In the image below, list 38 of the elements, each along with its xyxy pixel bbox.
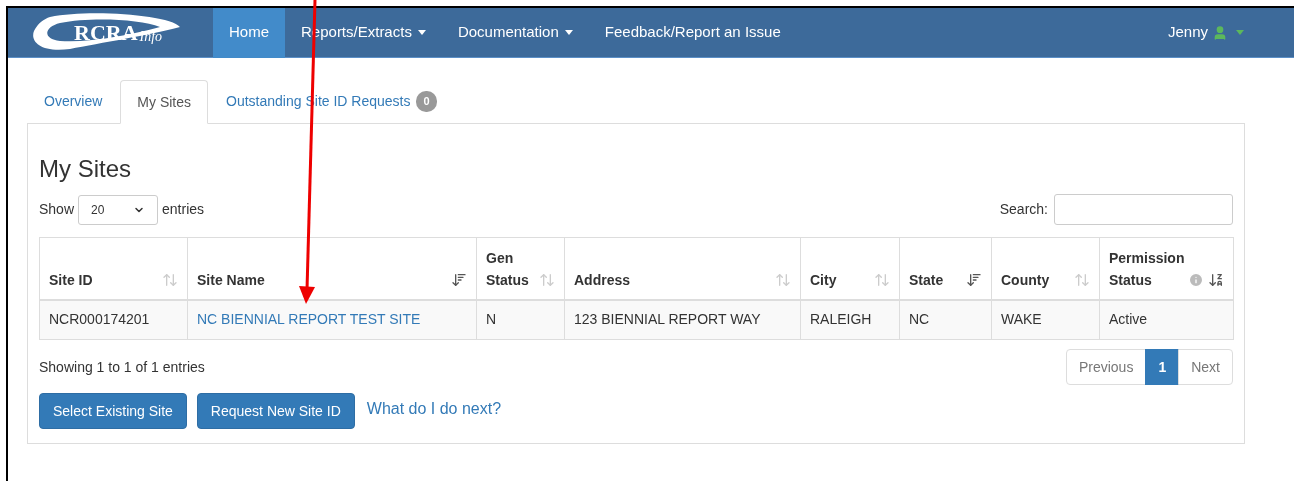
table-cell: Active [1109,311,1148,328]
nav-link[interactable]: Feedback/Report an Issue [588,7,797,58]
column-header[interactable]: Address [564,237,801,300]
table-cell: NC [909,311,930,328]
table-cell: 123 BIENNIAL REPORT WAY [574,311,761,328]
search-field[interactable] [1054,194,1233,225]
caret-icon [1236,30,1244,35]
action-button[interactable]: Request New Site ID [196,393,355,429]
entries-select[interactable]: 20 [78,194,159,225]
column-header[interactable]: City [800,237,900,300]
user-menu[interactable]: Jenny [1167,21,1244,44]
page-button[interactable]: 1 [1145,349,1180,385]
sort-icon[interactable] [966,271,982,288]
entries-info: Showing 1 to 1 of 1 entries [39,357,205,377]
count-badge: 0 [416,91,437,112]
table-cell: WAKE [1001,311,1042,328]
search-label: Search: [999,200,1048,219]
table-cell: NCR000174201 [49,311,150,328]
entries-label: entries [162,200,205,219]
column-header[interactable]: Site ID [39,237,188,300]
column-header[interactable]: County [991,237,1100,300]
table-cell: N [486,311,497,328]
action-button[interactable]: Select Existing Site [39,393,187,429]
nav-link[interactable]: Documentation [441,7,589,58]
tab[interactable]: Overview [28,80,119,123]
tab[interactable]: My Sites [120,80,209,124]
sort-icon[interactable] [1208,271,1225,288]
show-label: Show [39,200,75,219]
column-header[interactable]: Gen Status [476,237,565,300]
page-button[interactable]: Next [1178,349,1233,385]
table-cell: RALEIGH [810,311,872,328]
sort-icon[interactable] [451,271,467,288]
help-link[interactable]: What do I do next? [366,397,502,421]
page-title: My Sites [39,154,132,184]
nav-link[interactable]: Home [213,7,285,58]
user-icon [1212,24,1228,41]
column-header[interactable]: State [899,237,992,300]
column-header[interactable]: Permission Status [1099,237,1234,300]
